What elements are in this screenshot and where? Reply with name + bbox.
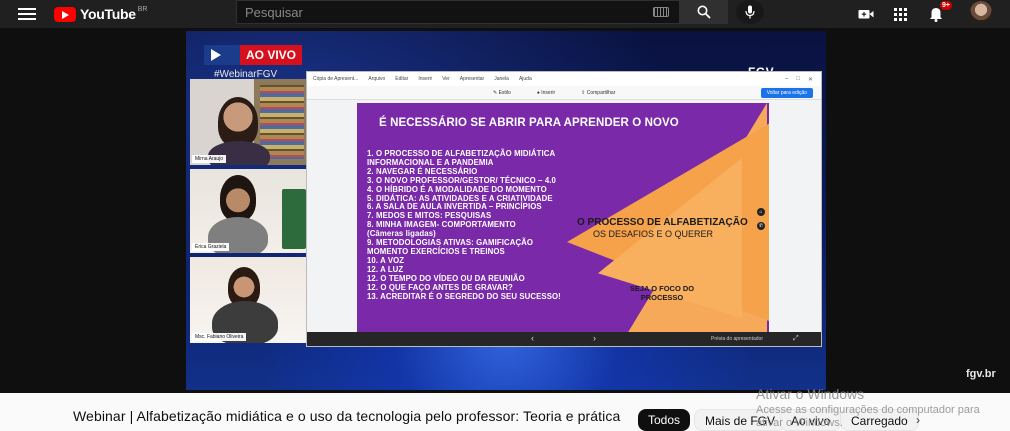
participant-tile-2: Érica Graziela (190, 169, 306, 253)
slide-focus-text: SEJA O FOCO DO PROCESSO (627, 284, 697, 302)
slides-menu-arquivo: Arquivo (368, 76, 386, 82)
slides-share-button: ⇪ Compartilhar (581, 89, 616, 96)
youtube-wordmark: YouTube (80, 6, 136, 22)
phone-icon: ✆ (757, 222, 765, 230)
slide-focus-line-2: PROCESSO (640, 293, 684, 302)
home-icon: ⌂ (757, 208, 765, 216)
slide-topic: 13. ACREDITAR É O SEGREDO DO SEU SUCESSO… (367, 291, 561, 301)
menu-icon[interactable] (18, 6, 36, 22)
participant-name: Érica Graziela (192, 243, 230, 251)
slides-menu-ajuda: Ajuda (518, 76, 532, 82)
slides-menu-apresentar: Apresentar (459, 76, 485, 82)
create-button[interactable] (856, 4, 876, 24)
background-door (282, 189, 306, 249)
live-badge: AO VIVO (204, 45, 303, 65)
next-slide-icon: › (593, 333, 596, 343)
apps-button[interactable] (890, 4, 910, 24)
video-title: Webinar | Alfabetização midiática e o us… (73, 408, 621, 424)
bookshelf-background (260, 85, 304, 159)
participant-tile-1: Mirna Araujo (190, 79, 306, 165)
participant-name: Mirna Araujo (192, 155, 227, 163)
participant-face (218, 97, 258, 147)
prev-slide-icon: ‹ (531, 333, 534, 343)
presenter-preview-label: Prévia do apresentador (711, 336, 763, 342)
presenter-bar: ‹ › Prévia do apresentador ⤢ (307, 332, 821, 346)
apps-grid-icon (893, 7, 907, 21)
microphone-icon (745, 5, 755, 19)
account-avatar[interactable] (970, 1, 992, 23)
youtube-logo[interactable]: YouTube BR (54, 4, 147, 24)
player-right-gap (826, 31, 1010, 390)
participant-tile-3: Msc. Fabiano Oliveira (190, 257, 306, 343)
slides-menu-ver: Ver (442, 76, 450, 82)
slides-menu-inserir: Inserir (418, 76, 433, 82)
slides-toolbar: ✎ Estilo ● Inserir ⇪ Compartilhar (307, 86, 821, 100)
slides-style-button: ✎ Estilo (493, 89, 511, 96)
window-maximize-icon: □ (796, 75, 800, 82)
slide-center-title: O PROCESSO DE ALFABETIZAÇÃO (577, 217, 748, 228)
slides-doc-name: Cópia de Apresent... (313, 76, 359, 82)
participant-name: Msc. Fabiano Oliveira (192, 333, 247, 341)
channel-watermark: fgv.br (966, 368, 996, 380)
activation-subtitle: Acesse as configurações do computador pa… (756, 404, 980, 429)
shared-slides-window: Cópia de Apresent... Arquivo Editar Inse… (306, 71, 822, 347)
fgv-play-logo-icon (204, 45, 240, 65)
slide-focus-line-1: SEJA O FOCO DO (629, 284, 695, 293)
slide-center-subtitle: OS DESAFIOS E O QUERER (593, 229, 714, 239)
slides-menu-janela: Janela (494, 76, 509, 82)
live-label: AO VIVO (240, 45, 303, 65)
slide-title: É NECESSÁRIO SE ABRIR PARA APRENDER O NO… (379, 117, 679, 129)
search-button[interactable] (680, 0, 728, 24)
video-camera-icon (858, 10, 874, 19)
keyboard-icon[interactable] (653, 7, 669, 17)
voice-search-button[interactable] (736, 0, 764, 24)
slides-menu-editar: Editar (395, 76, 409, 82)
window-controls: – □ ✕ (785, 76, 821, 83)
expand-icon: ⤢ (793, 335, 799, 342)
window-minimize-icon: – (785, 75, 789, 82)
window-close-icon: ✕ (807, 76, 813, 83)
slides-insert-button: ● Inserir (536, 89, 556, 96)
video-player[interactable]: AO VIVO #WebinarFGV FGV Mirna Araujo Éri… (186, 31, 826, 390)
search-input[interactable] (237, 4, 653, 20)
slides-menubar: Cópia de Apresent... Arquivo Editar Inse… (307, 72, 821, 86)
masthead: YouTube BR 9+ (0, 0, 1010, 28)
notifications-button[interactable]: 9+ (926, 1, 952, 24)
activation-title: Ativar o Windows (756, 386, 865, 402)
presentation-slide: É NECESSÁRIO SE ABRIR PARA APRENDER O NO… (357, 103, 769, 334)
windows-activation-watermark: Ativar o Windows Acesse as configurações… (756, 386, 1006, 430)
notification-count-badge: 9+ (940, 1, 952, 10)
country-code: BR (137, 6, 148, 13)
youtube-play-icon (54, 6, 76, 22)
chip-todos[interactable]: Todos (638, 409, 691, 431)
search-box (236, 0, 680, 24)
search-icon (697, 5, 711, 19)
participant-face (220, 175, 256, 221)
back-to-edit-button: Voltar para edição (760, 88, 813, 98)
slide-topic-list: 1. O PROCESSO DE ALFABETIZAÇÃO MIDIÁTICA… (367, 149, 587, 301)
